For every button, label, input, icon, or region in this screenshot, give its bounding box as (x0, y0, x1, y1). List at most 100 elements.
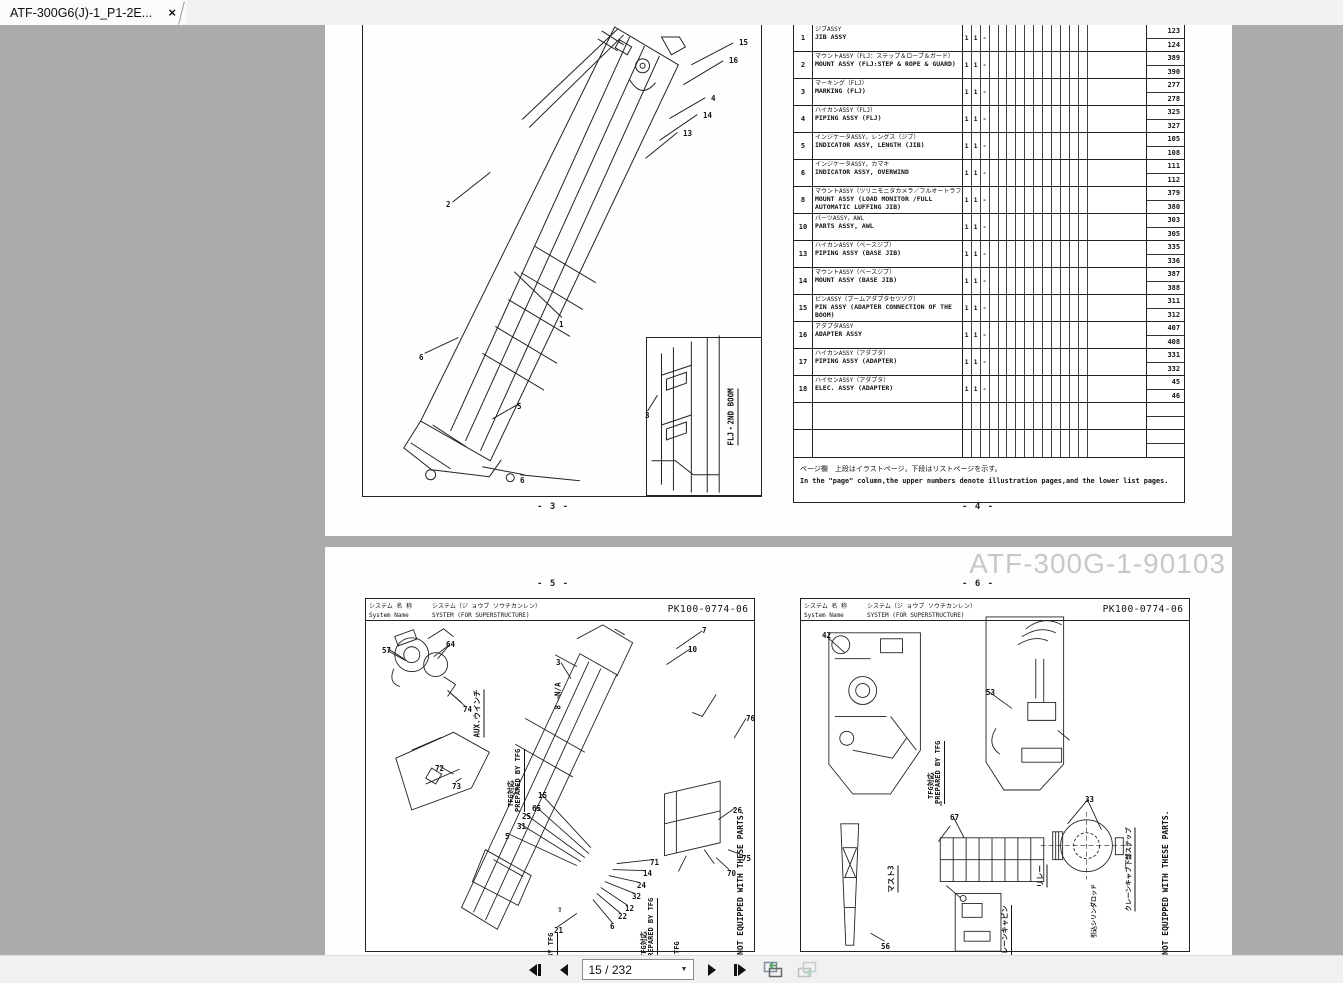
cell-quantity: - (981, 241, 990, 267)
close-icon[interactable]: × (168, 6, 176, 19)
cell-quantity (1079, 403, 1088, 429)
callout-number: 32 (632, 893, 641, 901)
cell-quantity (1070, 79, 1079, 105)
callout-number: 56 (881, 943, 890, 951)
cell-quantity (999, 133, 1008, 159)
cell-part-name: インジケータASSY，カマキINDICATOR ASSY, OVERWIND (813, 160, 963, 186)
cell-quantity: - (981, 322, 990, 348)
cell-quantity (1079, 106, 1088, 132)
callout-number: 67 (950, 814, 959, 822)
cell-part-name (813, 430, 963, 457)
first-page-button[interactable] (524, 960, 546, 980)
cell-page-numbers: 105108 (1147, 133, 1184, 159)
page-number-value: 408 (1147, 336, 1184, 349)
chevron-down-icon[interactable]: ▼ (676, 960, 693, 979)
cell-quantity (1007, 268, 1016, 294)
cell-quantity (999, 187, 1008, 213)
cell-quantity (1079, 52, 1088, 78)
cell-remarks (1088, 214, 1147, 240)
last-page-button[interactable] (730, 960, 752, 980)
cell-quantity (1007, 52, 1016, 78)
cell-quantity (1061, 214, 1070, 240)
cell-quantity (990, 187, 999, 213)
callout-number: 2 (446, 201, 451, 209)
page-number-value (1147, 403, 1184, 417)
cell-quantity (1061, 52, 1070, 78)
cell-item-number: 4 (794, 106, 813, 132)
cell-part-name: ハイセンASSY（アダプタ）ELEC. ASSY (ADAPTER) (813, 376, 963, 402)
page-number-value (1147, 430, 1184, 444)
document-tab[interactable]: ATF-300G6(J)-1_P1-2E... × (0, 0, 186, 25)
cell-quantity: 1 (963, 349, 972, 375)
cell-page-numbers: 407408 (1147, 322, 1184, 348)
page-number-input[interactable]: 15 / 232 ▼ (582, 959, 694, 980)
cell-quantity (999, 268, 1008, 294)
cell-quantity (1061, 106, 1070, 132)
page5-number: - 5 - (537, 579, 569, 589)
cell-quantity (1043, 52, 1052, 78)
callout-number: 7 (702, 627, 707, 635)
callout-number: 53 (986, 689, 995, 697)
callout-number: 6 (610, 923, 615, 931)
cell-quantity (1007, 295, 1016, 321)
cell-quantity (1079, 295, 1088, 321)
cell-quantity: 1 (972, 52, 981, 78)
history-back-icon (763, 961, 785, 978)
cell-quantity (963, 403, 972, 429)
cell-quantity (1034, 322, 1043, 348)
table-row: 14マウントASSY（ベースジブ）MOUNT ASSY (BASE JIB)11… (794, 268, 1184, 295)
page-indicator[interactable]: 15 / 232 (583, 963, 632, 977)
cell-quantity (1043, 349, 1052, 375)
page-number-value: 332 (1147, 363, 1184, 376)
cell-remarks (1088, 322, 1147, 348)
history-back-button[interactable] (762, 960, 786, 980)
cell-quantity (1043, 79, 1052, 105)
cell-quantity: 1 (963, 106, 972, 132)
callout-number: 6 (520, 477, 525, 485)
cell-quantity (963, 430, 972, 457)
system-label-jp: システム 名 称 (804, 602, 862, 611)
cell-quantity (1016, 349, 1025, 375)
cell-quantity (1016, 106, 1025, 132)
history-forward-icon (797, 961, 819, 978)
cell-item-number: 13 (794, 241, 813, 267)
cell-remarks (1088, 79, 1147, 105)
system-title-en: SYSTEM (FOR SUPERSTRUCTURE) (867, 611, 1095, 620)
cell-remarks (1088, 376, 1147, 402)
cell-page-numbers: 4546 (1147, 376, 1184, 402)
cell-quantity (1025, 106, 1034, 132)
page-number-value: 327 (1147, 120, 1184, 133)
skip-forward-icon (733, 963, 748, 977)
page-number-value: 108 (1147, 147, 1184, 160)
figure-label: リレー (1037, 865, 1048, 888)
cell-quantity: - (981, 25, 990, 51)
table-row: 10パーツASSY，AWLPARTS ASSY, AWL11-303305 (794, 214, 1184, 241)
cell-quantity (1016, 187, 1025, 213)
page-number-value: 303 (1147, 214, 1184, 228)
cell-quantity (1070, 160, 1079, 186)
next-page-button[interactable] (701, 960, 723, 980)
callout-number: 14 (703, 112, 712, 120)
callout-number: 73 (452, 783, 461, 791)
cell-quantity (990, 214, 999, 240)
cell-quantity: - (981, 133, 990, 159)
history-forward-button[interactable] (796, 960, 820, 980)
previous-page-button[interactable] (553, 960, 575, 980)
cell-remarks (1088, 106, 1147, 132)
cell-part-name: マウントASSY（ツリニモニタカメラ／フルオートラフィングジブ）MOUNT AS… (813, 187, 963, 213)
page4-number: - 4 - (962, 502, 994, 512)
cell-quantity (1025, 133, 1034, 159)
callout-number: 33 (1085, 796, 1094, 804)
page-number-value: 112 (1147, 174, 1184, 187)
cell-quantity (1061, 187, 1070, 213)
cell-quantity (999, 295, 1008, 321)
cell-item-number (794, 430, 813, 457)
cell-remarks (1088, 295, 1147, 321)
cell-page-numbers (1147, 430, 1184, 457)
cell-quantity: 1 (963, 295, 972, 321)
cell-quantity (1043, 133, 1052, 159)
cell-quantity: 1 (972, 187, 981, 213)
cell-quantity (999, 106, 1008, 132)
cell-quantity (1052, 322, 1061, 348)
page-number-value: 305 (1147, 228, 1184, 241)
